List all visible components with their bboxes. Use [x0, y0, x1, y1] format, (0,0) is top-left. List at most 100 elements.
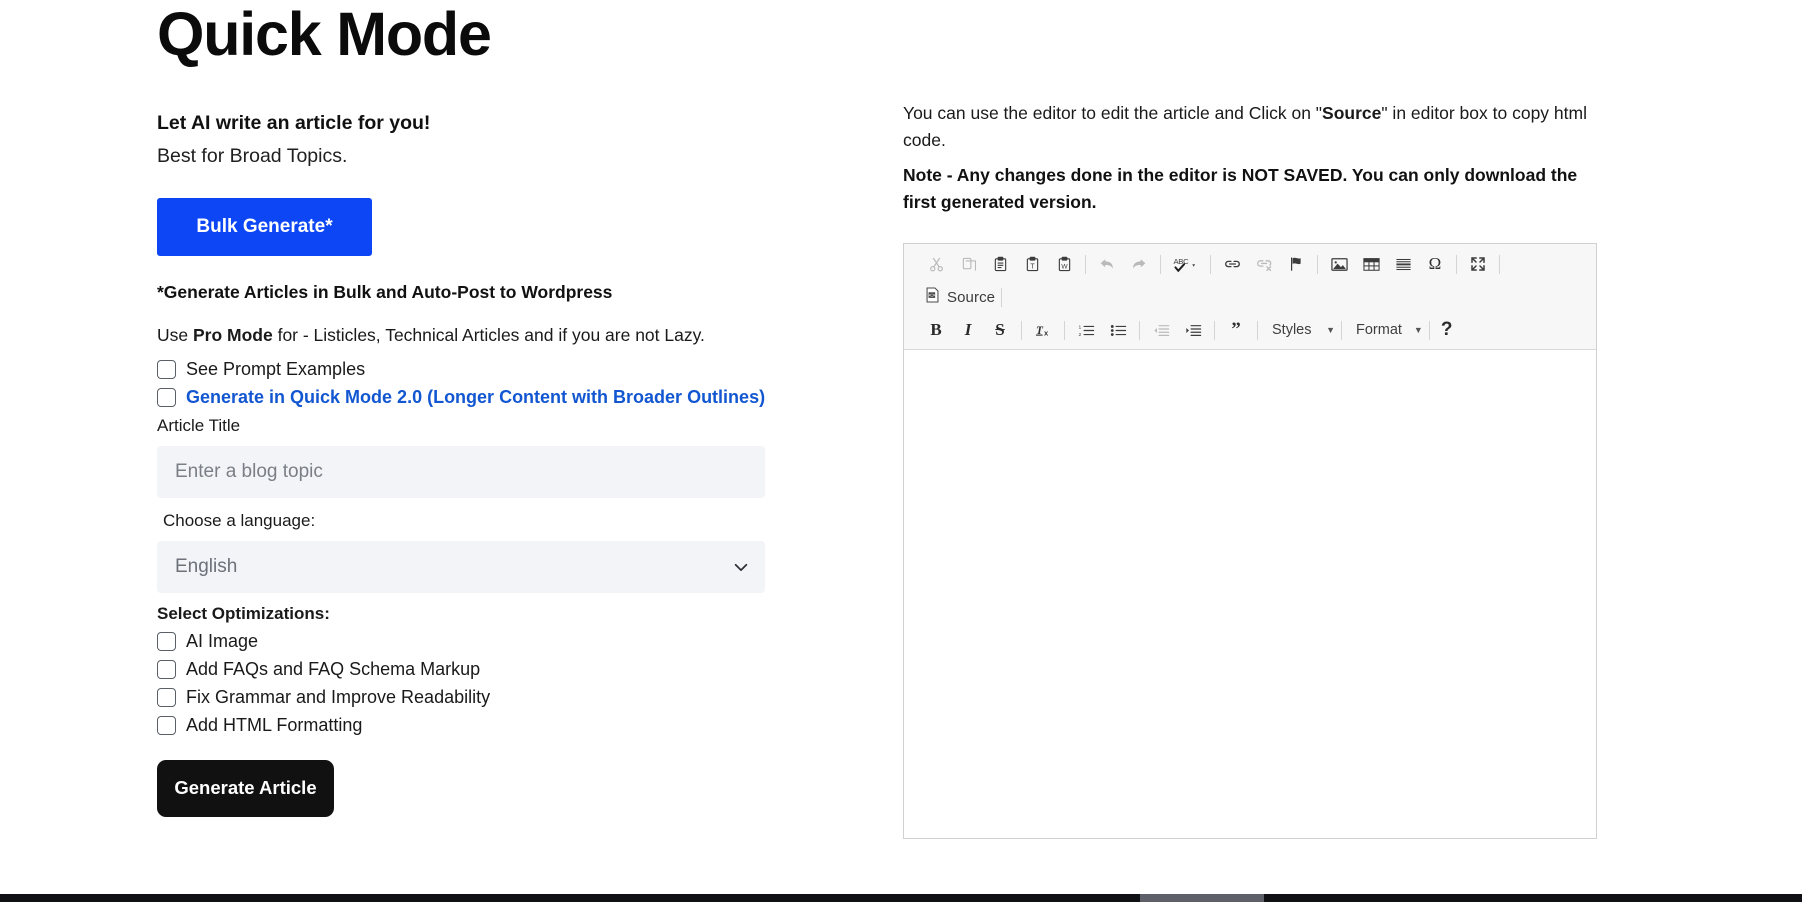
undo-icon[interactable]: [1093, 251, 1121, 277]
cut-icon[interactable]: [922, 251, 950, 277]
tagline-subline: Best for Broad Topics.: [157, 145, 348, 168]
source-button[interactable]: <> Source: [922, 286, 998, 309]
bold-button[interactable]: B: [922, 317, 950, 343]
styles-dropdown[interactable]: Styles ▼: [1265, 319, 1338, 342]
checkbox-add-html-formatting[interactable]: [157, 715, 176, 735]
unlink-icon[interactable]: [1250, 251, 1278, 277]
toolbar-separator: [1317, 254, 1318, 274]
chevron-down-icon[interactable]: [732, 558, 750, 576]
editor-help-button[interactable]: ?: [1437, 319, 1457, 341]
optimizations-label: Select Optimizations:: [157, 603, 330, 623]
increase-indent-icon[interactable]: [1179, 317, 1207, 343]
checkbox-see-prompt-examples[interactable]: [157, 359, 176, 379]
image-icon[interactable]: [1325, 251, 1353, 277]
svg-text:W: W: [1061, 264, 1068, 271]
bold-label: B: [930, 320, 942, 339]
svg-text:T: T: [1030, 263, 1035, 270]
toolbar-separator: [1257, 320, 1258, 340]
checkbox-label-add-faqs: Add FAQs and FAQ Schema Markup: [186, 658, 481, 679]
styles-dropdown-label: Styles: [1272, 322, 1312, 338]
editor-toolbar-row-2: <> Source: [908, 281, 1592, 314]
chevron-down-icon: ▼: [1326, 325, 1335, 335]
svg-text:1: 1: [1078, 324, 1081, 330]
anchor-flag-icon[interactable]: [1282, 251, 1310, 277]
omega-special-char-icon[interactable]: Ω: [1421, 251, 1449, 277]
checkbox-row-quick-mode-2[interactable]: Generate in Quick Mode 2.0 (Longer Conte…: [157, 387, 857, 408]
strikethrough-button[interactable]: S: [986, 317, 1014, 343]
source-button-label: Source: [947, 288, 996, 306]
checkbox-label-fix-grammar: Fix Grammar and Improve Readability: [186, 686, 491, 707]
toolbar-separator: [1064, 320, 1065, 340]
bottom-bar-highlight: [1140, 894, 1264, 902]
chevron-down-icon: ▼: [1413, 325, 1423, 335]
editor-help-prefix: You can use the editor to edit the artic…: [903, 103, 1323, 123]
toolbar-separator: [1428, 320, 1430, 340]
pro-mode-strong: Pro Mode: [192, 324, 273, 345]
copy-icon[interactable]: [954, 251, 982, 277]
paste-text-icon[interactable]: T: [1018, 251, 1046, 277]
toolbar-separator: [1210, 254, 1211, 274]
editor-toolbar-row-3: B I S Tx 12 ” Styles ▼ Format ▼ ?: [908, 314, 1592, 347]
numbered-list-icon[interactable]: 12: [1072, 317, 1100, 343]
editor-content-area[interactable]: [904, 349, 1596, 838]
generate-article-button[interactable]: Generate Article: [157, 759, 334, 817]
pro-mode-note: Use Pro Mode for - Listicles, Technical …: [157, 325, 857, 346]
editor-toolbar: T W ABC Ω <> Source B I S T x 1 2 ” Styl…: [904, 243, 1596, 350]
paste-icon[interactable]: [986, 251, 1014, 277]
remove-format-icon[interactable]: Tx: [1029, 317, 1057, 343]
horizontal-rule-icon[interactable]: [1389, 251, 1417, 277]
language-label: Choose a language:: [163, 510, 316, 530]
checkbox-label-quick-mode-2: Generate in Quick Mode 2.0 (Longer Conte…: [186, 386, 766, 407]
bottom-bar: [0, 894, 1802, 902]
checkbox-add-faqs[interactable]: [157, 659, 176, 679]
svg-text:2: 2: [1078, 332, 1081, 338]
toolbar-separator: [1214, 320, 1215, 340]
paste-word-icon[interactable]: W: [1050, 251, 1078, 277]
checkbox-row-see-prompt-examples[interactable]: See Prompt Examples: [157, 359, 857, 380]
page-title: Quick Mode: [157, 0, 492, 68]
article-title-input[interactable]: [157, 445, 765, 498]
bulleted-list-icon[interactable]: [1104, 317, 1132, 343]
editor-help-strong: Source: [1322, 103, 1382, 123]
tagline-headline: Let AI write an article for you!: [157, 112, 431, 135]
table-icon[interactable]: [1357, 251, 1385, 277]
svg-text:x: x: [1043, 329, 1048, 338]
article-title-label: Article Title: [157, 415, 241, 435]
pro-note-suffix: for - Listicles, Technical Articles and …: [272, 324, 705, 345]
format-dropdown-label: Format: [1356, 322, 1402, 338]
svg-text:ABC: ABC: [1173, 257, 1189, 266]
checkbox-row-add-faqs[interactable]: Add FAQs and FAQ Schema Markup: [157, 659, 857, 680]
editor-toolbar-row-1: T W ABC Ω: [908, 248, 1592, 281]
checkbox-row-fix-grammar[interactable]: Fix Grammar and Improve Readability: [157, 687, 857, 708]
toolbar-separator: [1456, 254, 1457, 274]
redo-icon[interactable]: [1125, 251, 1153, 277]
editor-help-text: You can use the editor to edit the artic…: [903, 100, 1593, 154]
left-form-column: Quick Mode Let AI write an article for y…: [157, 0, 857, 817]
language-select[interactable]: English: [157, 540, 765, 593]
format-dropdown[interactable]: Format ▼: [1349, 319, 1426, 342]
decrease-indent-icon[interactable]: [1147, 317, 1175, 343]
language-selected-value: English: [175, 555, 238, 577]
svg-text:<>: <>: [929, 292, 936, 298]
blockquote-icon[interactable]: ”: [1222, 317, 1250, 343]
checkbox-label-add-html-formatting: Add HTML Formatting: [186, 714, 363, 735]
checkbox-ai-image[interactable]: [157, 631, 176, 651]
spellcheck-icon[interactable]: ABC: [1168, 251, 1203, 277]
italic-label: I: [964, 320, 972, 339]
maximize-icon[interactable]: [1464, 251, 1492, 277]
quick-mode-page: Quick Mode Let AI write an article for y…: [0, 0, 1802, 902]
right-editor-column: You can use the editor to edit the artic…: [903, 100, 1603, 839]
source-code-icon: <>: [925, 286, 940, 308]
toolbar-separator: [1001, 287, 1003, 307]
checkbox-quick-mode-2[interactable]: [157, 387, 176, 407]
strikethrough-label: S: [995, 320, 1005, 339]
checkbox-row-add-html-formatting[interactable]: Add HTML Formatting: [157, 715, 857, 736]
checkbox-fix-grammar[interactable]: [157, 687, 176, 707]
pro-note-prefix: Use: [157, 324, 193, 345]
bulk-generate-note: *Generate Articles in Bulk and Auto-Post…: [157, 281, 613, 302]
bulk-generate-button[interactable]: Bulk Generate*: [157, 197, 372, 256]
toolbar-separator: [1160, 254, 1161, 274]
link-icon[interactable]: [1218, 251, 1246, 277]
italic-button[interactable]: I: [954, 317, 982, 343]
checkbox-row-ai-image[interactable]: AI Image: [157, 631, 857, 652]
